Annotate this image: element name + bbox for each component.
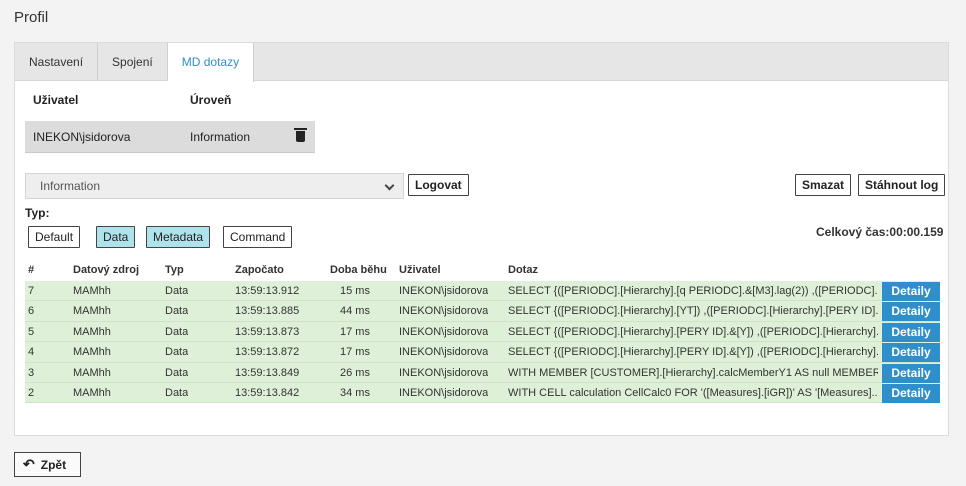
cell-number: 4 bbox=[28, 346, 35, 359]
back-label: Zpět bbox=[40, 458, 67, 472]
header-level: Úroveň bbox=[190, 93, 232, 107]
cell-source: MAMhh bbox=[73, 346, 111, 359]
detail-button[interactable]: Detaily bbox=[882, 302, 940, 322]
cell-query: WITH CELL calculation CellCalc0 FOR '([M… bbox=[508, 386, 878, 399]
cell-type: Data bbox=[165, 325, 189, 338]
back-arrow-icon: ↶ bbox=[23, 456, 35, 472]
detail-button[interactable]: Detaily bbox=[882, 383, 940, 403]
total-time-value: 00:00.159 bbox=[889, 225, 944, 239]
cell-start: 13:59:13.872 bbox=[235, 346, 300, 359]
col-number: # bbox=[28, 264, 35, 276]
table-row[interactable]: 3 MAMhh Data 13:59:13.849 26 ms INEKON\jsidor… bbox=[25, 362, 940, 383]
cell-duration: 17 ms bbox=[340, 346, 370, 359]
page-title: Profil bbox=[14, 9, 49, 26]
level-select[interactable]: Information bbox=[25, 173, 404, 199]
cell-source: MAMhh bbox=[73, 305, 111, 318]
table-row[interactable]: 7 MAMhh Data 13:59:13.912 15 ms INEKON\jsidor… bbox=[25, 281, 940, 302]
table-row[interactable]: 4 MAMhh Data 13:59:13.872 17 ms INEKON\jsidor… bbox=[25, 342, 940, 363]
cell-source: MAMhh bbox=[73, 386, 111, 399]
detail-button[interactable]: Detaily bbox=[882, 322, 940, 342]
detail-button[interactable]: Detaily bbox=[882, 282, 940, 301]
users-table-header: Uživatel Úroveň bbox=[33, 93, 231, 107]
cell-user: INEKON\jsidorova bbox=[399, 325, 489, 338]
grid-header: # Datový zdroj Typ Započato Doba běhu Už… bbox=[25, 262, 935, 280]
cell-type: Data bbox=[165, 346, 189, 359]
cell-query: SELECT {([PERIODC].[Hierarchy].[YT]) ,([… bbox=[508, 305, 878, 318]
download-log-button[interactable]: Stáhnout log bbox=[858, 174, 946, 196]
col-start: Započato bbox=[235, 264, 284, 276]
cell-start: 13:59:13.842 bbox=[235, 386, 300, 399]
type-default-button[interactable]: Default bbox=[28, 226, 81, 248]
cell-user: INEKON\jsidorova bbox=[399, 285, 489, 297]
tab-connection[interactable]: Spojení bbox=[98, 43, 168, 80]
cell-query: SELECT {([PERIODC].[Hierarchy].[PERY ID]… bbox=[508, 346, 878, 359]
cell-user: INEKON\jsidorova bbox=[399, 386, 489, 399]
cell-number: 3 bbox=[28, 366, 35, 379]
cell-duration: 34 ms bbox=[340, 386, 370, 399]
type-data-button[interactable]: Data bbox=[96, 226, 136, 248]
cell-number: 7 bbox=[28, 285, 35, 297]
cell-user: INEKON\jsidorova bbox=[399, 366, 489, 379]
user-row-user: INEKON\jsidorova bbox=[33, 130, 131, 144]
table-row[interactable]: 2 MAMhh Data 13:59:13.842 34 ms INEKON\jsidor… bbox=[25, 382, 940, 404]
cell-start: 13:59:13.912 bbox=[235, 285, 300, 297]
cell-type: Data bbox=[165, 285, 189, 297]
cell-source: MAMhh bbox=[73, 325, 111, 338]
chevron-down-icon bbox=[384, 180, 395, 191]
col-user: Uživatel bbox=[399, 264, 441, 276]
delete-log-button[interactable]: Smazat bbox=[795, 174, 852, 196]
user-row-level: Information bbox=[190, 130, 251, 144]
cell-start: 13:59:13.873 bbox=[235, 325, 300, 338]
back-button[interactable]: ↶ Zpět bbox=[14, 452, 81, 477]
cell-duration: 17 ms bbox=[340, 325, 370, 338]
cell-source: MAMhh bbox=[73, 285, 111, 297]
tab-bar: Nastavení Spojení MD dotazy bbox=[15, 43, 948, 82]
header-user: Uživatel bbox=[33, 93, 79, 107]
cell-duration: 26 ms bbox=[340, 366, 370, 379]
cell-number: 5 bbox=[28, 325, 35, 338]
detail-button[interactable]: Detaily bbox=[882, 363, 940, 383]
cell-start: 13:59:13.885 bbox=[235, 305, 300, 318]
cell-number: 6 bbox=[28, 305, 35, 318]
user-row[interactable]: INEKON\jsidorova Information bbox=[25, 121, 315, 153]
total-time-label: Celkový čas: bbox=[816, 225, 890, 239]
level-select-value: Information bbox=[40, 179, 101, 193]
table-row[interactable]: 5 MAMhh Data 13:59:13.873 17 ms INEKON\jsidor… bbox=[25, 321, 940, 343]
cell-type: Data bbox=[165, 386, 189, 399]
log-button[interactable]: Logovat bbox=[408, 174, 469, 196]
type-metadata-button[interactable]: Metadata bbox=[146, 226, 211, 248]
col-query: Dotaz bbox=[508, 264, 538, 276]
total-time: Celkový čas:00:00.159 bbox=[816, 225, 948, 239]
col-type: Typ bbox=[165, 264, 184, 276]
detail-button[interactable]: Detaily bbox=[882, 343, 940, 363]
trash-icon[interactable] bbox=[294, 128, 307, 142]
grid-body: 7 MAMhh Data 13:59:13.912 15 ms INEKON\jsidor… bbox=[25, 281, 940, 404]
profile-panel: Nastavení Spojení MD dotazy Uživatel Úro… bbox=[14, 42, 949, 436]
type-command-button[interactable]: Command bbox=[223, 226, 293, 248]
tab-md-queries[interactable]: MD dotazy bbox=[167, 43, 255, 82]
cell-duration: 44 ms bbox=[340, 305, 370, 318]
cell-type: Data bbox=[165, 305, 189, 318]
cell-query: WITH MEMBER [CUSTOMER].[Hierarchy].calcM… bbox=[508, 366, 878, 379]
table-row[interactable]: 6 MAMhh Data 13:59:13.885 44 ms INEKON\jsidor… bbox=[25, 301, 940, 322]
cell-query: SELECT {([PERIODC].[Hierarchy].[PERY ID]… bbox=[508, 325, 878, 338]
cell-type: Data bbox=[165, 366, 189, 379]
cell-start: 13:59:13.849 bbox=[235, 366, 300, 379]
col-source: Datový zdroj bbox=[73, 264, 140, 276]
tab-settings[interactable]: Nastavení bbox=[15, 43, 99, 80]
cell-user: INEKON\jsidorova bbox=[399, 305, 489, 318]
cell-query: SELECT {([PERIODC].[Hierarchy].[q PERIOD… bbox=[508, 285, 878, 297]
type-label: Typ: bbox=[25, 206, 50, 220]
cell-source: MAMhh bbox=[73, 366, 111, 379]
cell-duration: 15 ms bbox=[340, 285, 370, 297]
cell-number: 2 bbox=[28, 386, 35, 399]
cell-user: INEKON\jsidorova bbox=[399, 346, 489, 359]
col-duration: Doba běhu bbox=[330, 264, 387, 276]
